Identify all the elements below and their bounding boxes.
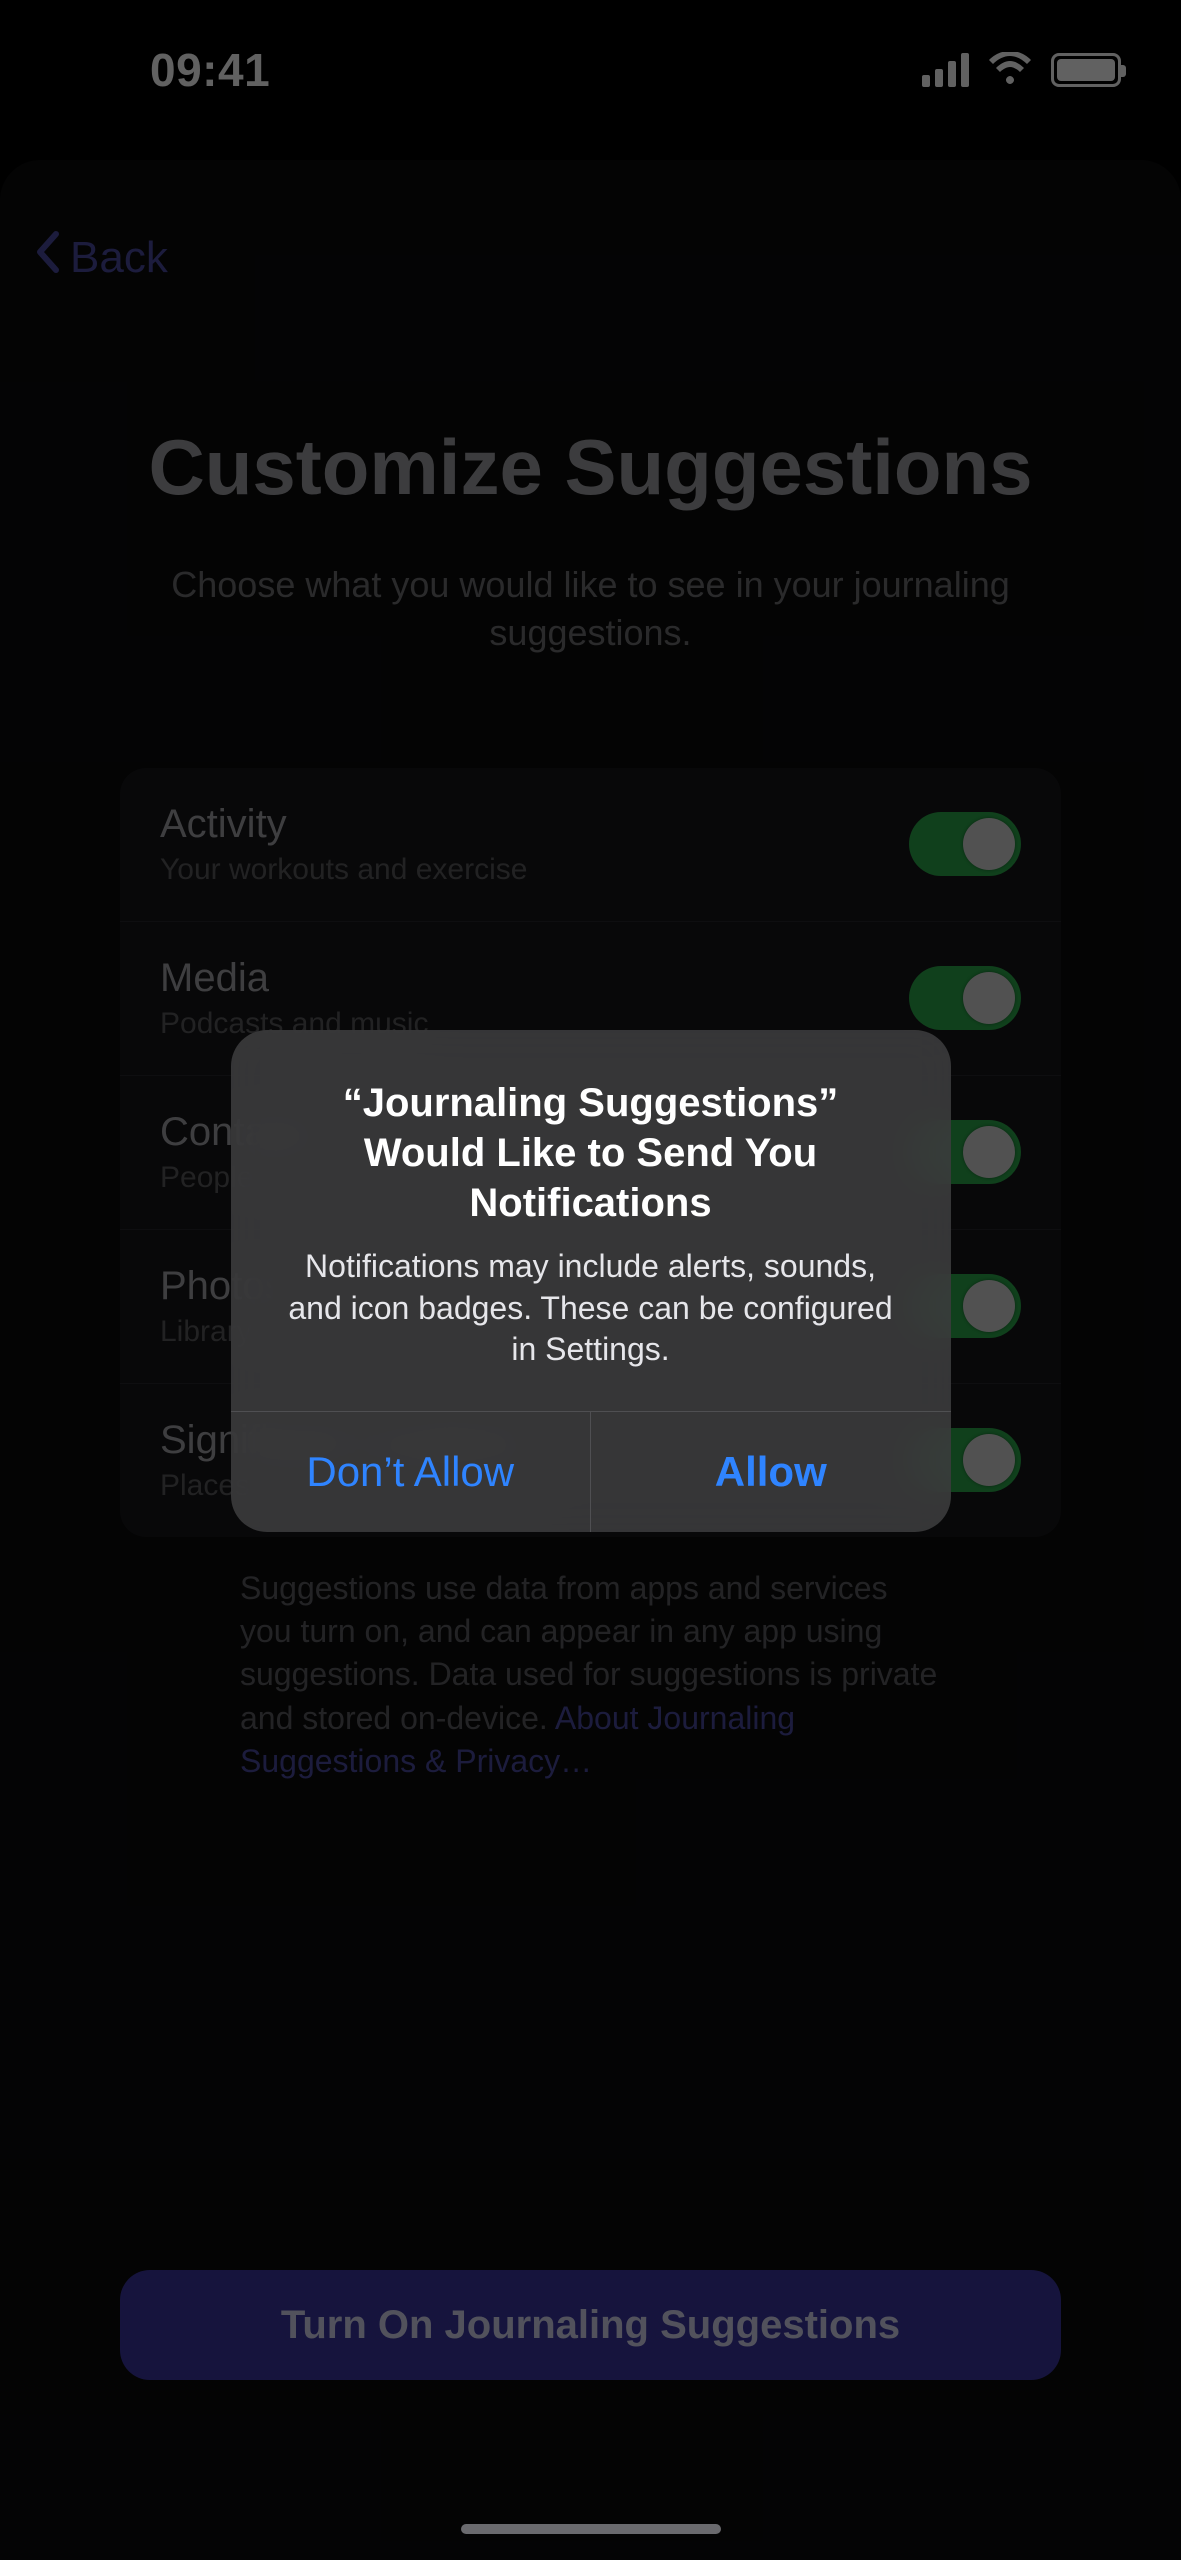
alert-message: Notifications may include alerts, sounds… [281, 1246, 901, 1371]
home-indicator [461, 2524, 721, 2534]
notification-permission-alert: “Journaling Suggestions” Would Like to S… [231, 1030, 951, 1532]
alert-allow-button[interactable]: Allow [591, 1412, 951, 1532]
alert-title: “Journaling Suggestions” Would Like to S… [281, 1078, 901, 1228]
alert-dont-allow-button[interactable]: Don’t Allow [231, 1412, 592, 1532]
